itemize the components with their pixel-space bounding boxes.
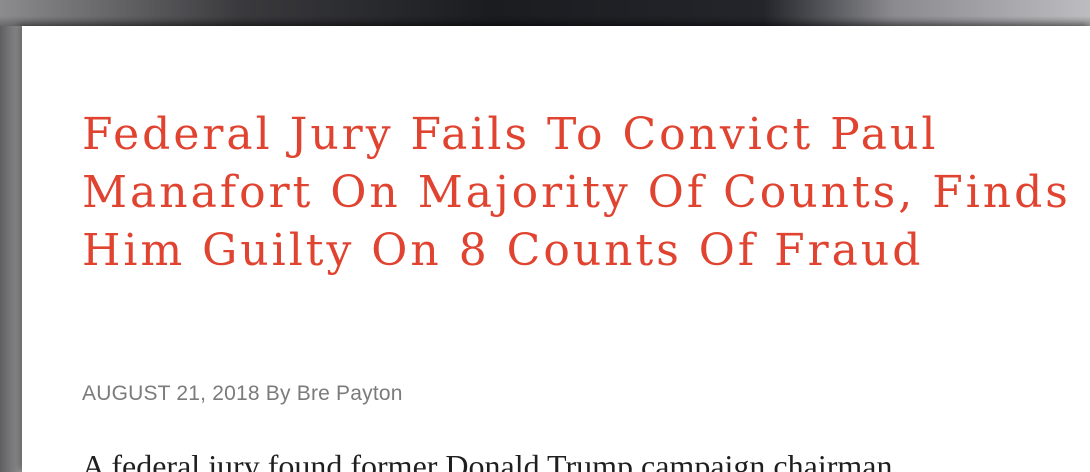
article-byline: AUGUST 21, 2018 By Bre Payton	[82, 382, 403, 406]
article-title: Federal Jury Fails To Convict Paul Manaf…	[82, 109, 1071, 276]
author-link[interactable]: Bre Payton	[297, 382, 403, 405]
article-date: AUGUST 21, 2018	[82, 382, 260, 405]
byline-prefix: By	[265, 382, 291, 405]
hero-image	[0, 0, 1090, 26]
article-card: Federal Jury Fails To Convict Paul Manaf…	[22, 26, 1090, 472]
article-body-text: A federal jury found former Donald Trump…	[82, 448, 893, 472]
left-gutter	[0, 26, 22, 472]
browser-viewport: Federal Jury Fails To Convict Paul Manaf…	[0, 0, 1090, 472]
